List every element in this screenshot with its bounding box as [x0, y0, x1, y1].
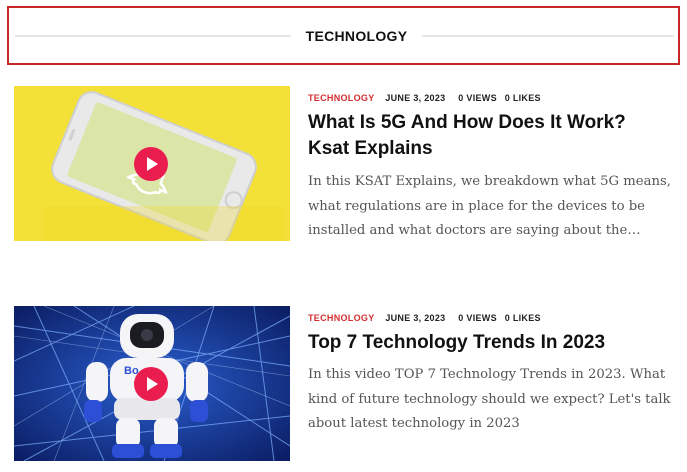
post-views: 0 VIEWS: [458, 93, 497, 103]
post-likes: 0 LIKES: [504, 313, 541, 323]
play-button-icon[interactable]: [134, 147, 168, 181]
section-header: TECHNOLOGY: [7, 6, 680, 65]
post-thumbnail[interactable]: [14, 86, 290, 241]
post-category-link[interactable]: TECHNOLOGY: [308, 313, 375, 323]
post-views: 0 VIEWS: [458, 313, 497, 323]
post-date: JUNE 3, 2023: [385, 313, 446, 323]
header-divider-right: [422, 35, 674, 37]
post-excerpt: In this video TOP 7 Technology Trends in…: [308, 367, 671, 431]
post-excerpt: In this KSAT Explains, we breakdown what…: [308, 174, 671, 238]
post-date: JUNE 3, 2023: [385, 93, 446, 103]
section-title: TECHNOLOGY: [305, 28, 408, 44]
post-meta: TECHNOLOGY JUNE 3, 2023 0 VIEWS 0 LIKES: [308, 92, 546, 104]
post-title-link[interactable]: What Is 5G And How Does It Work? Ksat Ex…: [308, 110, 668, 162]
post-thumbnail[interactable]: Bo: [14, 306, 290, 461]
post-meta: TECHNOLOGY JUNE 3, 2023 0 VIEWS 0 LIKES: [308, 312, 546, 324]
post-likes: 0 LIKES: [504, 93, 541, 103]
post-category-link[interactable]: TECHNOLOGY: [308, 93, 375, 103]
header-divider-left: [15, 35, 291, 37]
play-button-icon[interactable]: [134, 367, 168, 401]
post-title-link[interactable]: Top 7 Technology Trends In 2023: [308, 330, 668, 356]
